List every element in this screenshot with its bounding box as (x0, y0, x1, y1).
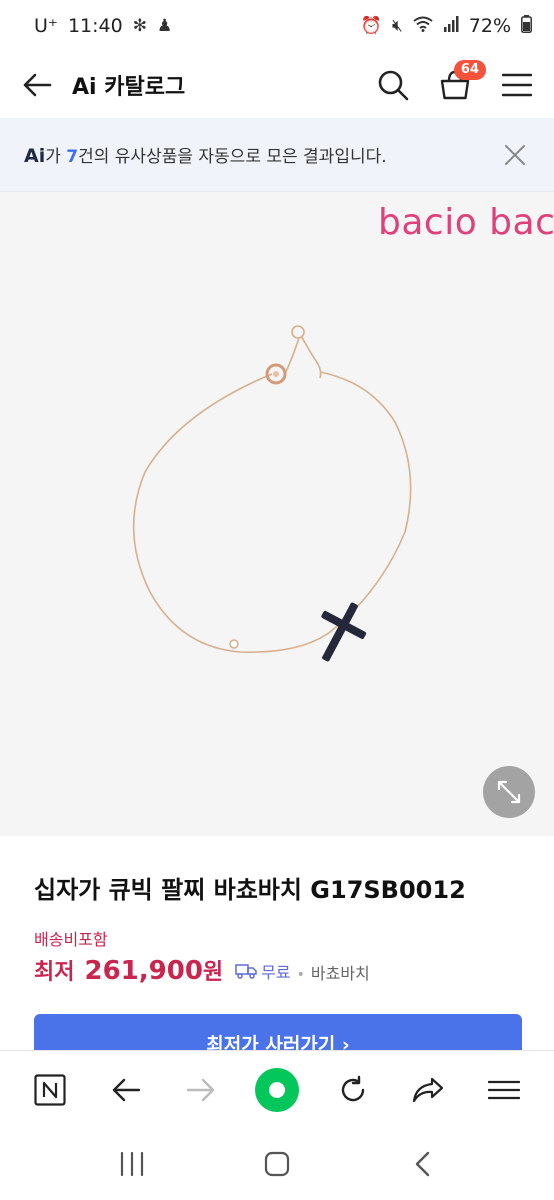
reload-button[interactable] (329, 1066, 377, 1114)
battery-percent: 72% (468, 15, 511, 37)
android-navigation-bar (0, 1128, 554, 1200)
menu-button[interactable] (500, 68, 534, 102)
status-bar: U⁺ 11:40 ✻ ♟ ⏰ 🔇︎ 72% (0, 0, 554, 52)
separator-dot: • (296, 967, 305, 983)
battery-icon (521, 14, 532, 38)
browser-menu-button[interactable] (480, 1066, 528, 1114)
wifi-icon (413, 16, 433, 37)
shipping-fee: 무료 (261, 963, 291, 982)
carrier-label: U⁺ (34, 15, 58, 37)
hamburger-menu-icon (502, 73, 532, 97)
chevron-left-icon (415, 1151, 429, 1177)
ai-notice-prefix: 가 (45, 147, 67, 167)
status-time: 11:40 (67, 15, 123, 37)
home-square-icon (264, 1151, 290, 1177)
seller-name[interactable]: 바쵸바치 (311, 960, 370, 984)
browser-back-button[interactable] (102, 1066, 150, 1114)
close-icon (505, 144, 525, 165)
status-left: U⁺ 11:40 ✻ ♟ (34, 15, 172, 37)
product-name: 십자가 큐빅 팔찌 바쵸바치 G17SB0012 (34, 876, 466, 904)
shipping-info: 무료 (235, 959, 291, 983)
similar-count: 7 (66, 147, 79, 167)
arrow-left-icon (23, 73, 52, 97)
bracelet-illustration (132, 325, 412, 662)
recent-apps-icon (121, 1152, 144, 1176)
cart-count-badge: 64 (453, 60, 486, 80)
price-label: 최저 (34, 960, 75, 985)
signal-icon (443, 15, 459, 37)
truck-icon (235, 964, 257, 979)
ai-logo: Ai (24, 145, 46, 167)
notification-icon: ♟ (156, 16, 173, 36)
expand-image-button[interactable] (483, 766, 535, 818)
arrow-left-icon (112, 1078, 140, 1101)
alarm-icon: ⏰ (360, 16, 383, 36)
system-back-button[interactable] (398, 1140, 446, 1188)
share-icon (413, 1077, 444, 1102)
product-info: 십자가 큐빅 팔찌 바쵸바치 G17SB0012 배송비포함 최저 261,90… (0, 836, 554, 1074)
green-dot-icon (254, 1067, 299, 1112)
header-actions: 64 (376, 60, 534, 102)
product-image[interactable]: bacio bacio (0, 192, 554, 836)
back-button[interactable] (20, 68, 54, 102)
close-notice-button[interactable] (500, 140, 530, 170)
fan-icon: ✻ (132, 16, 147, 36)
browser-toolbar (0, 1050, 554, 1128)
status-right: ⏰ 🔇︎ 72% (360, 14, 532, 38)
ai-notice-text: Ai가 7건의 유사상품을 자동으로 모은 결과입니다. (24, 142, 500, 167)
browser-forward-button[interactable] (177, 1066, 225, 1114)
home-button[interactable] (253, 1140, 301, 1188)
shipping-included-note: 배송비포함 (34, 930, 108, 949)
ai-notice-suffix: 건의 유사상품을 자동으로 모은 결과입니다. (78, 147, 387, 167)
search-icon (378, 70, 409, 101)
price-row: 최저 261,900 원 무료 • 바쵸바치 (34, 954, 370, 986)
ai-notice-banner: Ai가 7건의 유사상품을 자동으로 모은 결과입니다. (0, 118, 554, 192)
price-unit: 원 (202, 960, 224, 985)
naver-home-button[interactable] (26, 1066, 74, 1114)
naver-n-icon (34, 1073, 66, 1106)
cart-button[interactable]: 64 (438, 60, 486, 102)
share-button[interactable] (404, 1066, 452, 1114)
green-dot-button[interactable] (253, 1066, 301, 1114)
arrow-right-icon (187, 1078, 215, 1101)
recent-apps-button[interactable] (108, 1140, 156, 1188)
hamburger-menu-icon (488, 1080, 521, 1099)
price-value: 261,900 (84, 956, 203, 986)
reload-icon (341, 1075, 364, 1101)
app-header: Ai 카탈로그 64 (0, 52, 554, 118)
mute-icon: 🔇︎ (392, 16, 403, 36)
expand-icon (497, 780, 521, 804)
search-button[interactable] (376, 68, 410, 102)
page-title: Ai 카탈로그 (72, 75, 186, 100)
